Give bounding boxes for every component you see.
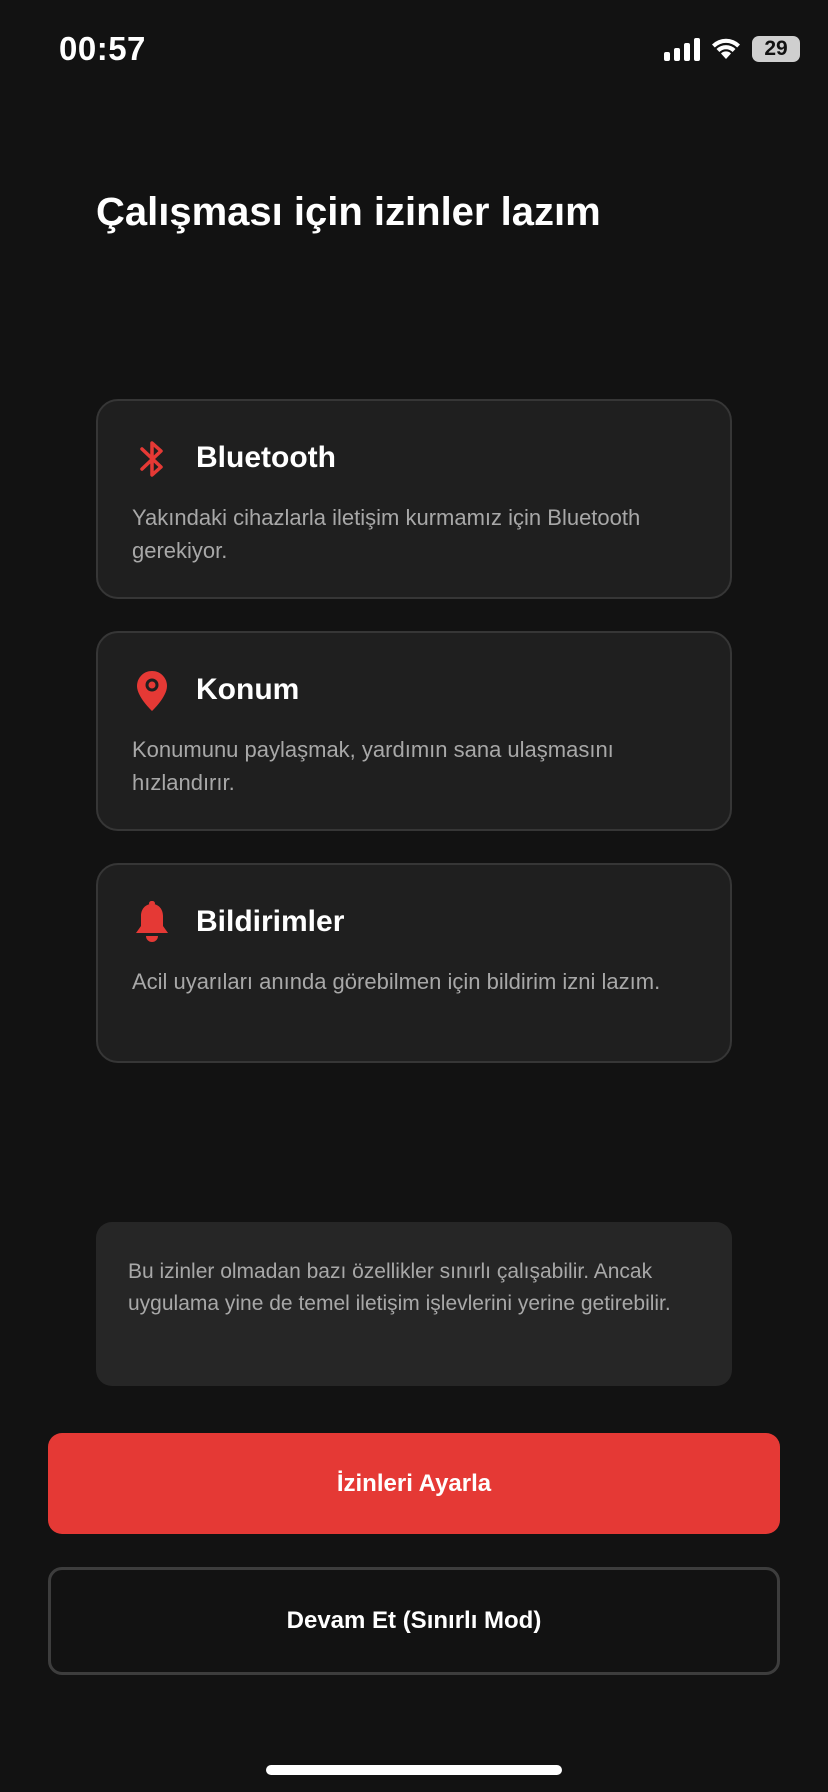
permission-description: Yakındaki cihazlarla iletişim kurmamız i…: [132, 505, 641, 563]
permission-title: Bluetooth: [196, 441, 336, 474]
permission-card-notifications: Bildirimler Acil uyarıları anında görebi…: [96, 863, 732, 1063]
location-pin-icon: [132, 669, 172, 713]
permission-description: Konumunu paylaşmak, yardımın sana ulaşma…: [132, 737, 614, 795]
continue-limited-mode-button[interactable]: Devam Et (Sınırlı Mod): [48, 1567, 780, 1675]
bluetooth-icon: [132, 437, 172, 481]
battery-level: 29: [752, 36, 800, 62]
info-note: Bu izinler olmadan bazı özellikler sınır…: [96, 1222, 732, 1386]
status-time: 00:57: [59, 30, 146, 67]
permission-card-bluetooth: Bluetooth Yakındaki cihazlarla iletişim …: [96, 399, 732, 599]
permission-title: Bildirimler: [196, 905, 345, 938]
signal-icon: [664, 37, 700, 61]
wifi-icon: [712, 38, 740, 59]
info-note-text: Bu izinler olmadan bazı özellikler sınır…: [128, 1260, 671, 1315]
status-icons: 29: [664, 34, 800, 64]
permission-card-location: Konum Konumunu paylaşmak, yardımın sana …: [96, 631, 732, 831]
status-bar: 00:57 29: [0, 0, 828, 100]
set-permissions-button[interactable]: İzinleri Ayarla: [48, 1433, 780, 1534]
home-indicator[interactable]: [266, 1765, 562, 1775]
page-title: Çalışması için izinler lazım: [96, 190, 601, 234]
battery-icon: 29: [752, 36, 800, 62]
permission-title: Konum: [196, 673, 300, 706]
bell-icon: [132, 901, 172, 945]
permission-description: Acil uyarıları anında görebilmen için bi…: [132, 969, 661, 994]
permissions-screen: 00:57 29 Çalışması için izinler lazım Bl…: [0, 0, 828, 1792]
